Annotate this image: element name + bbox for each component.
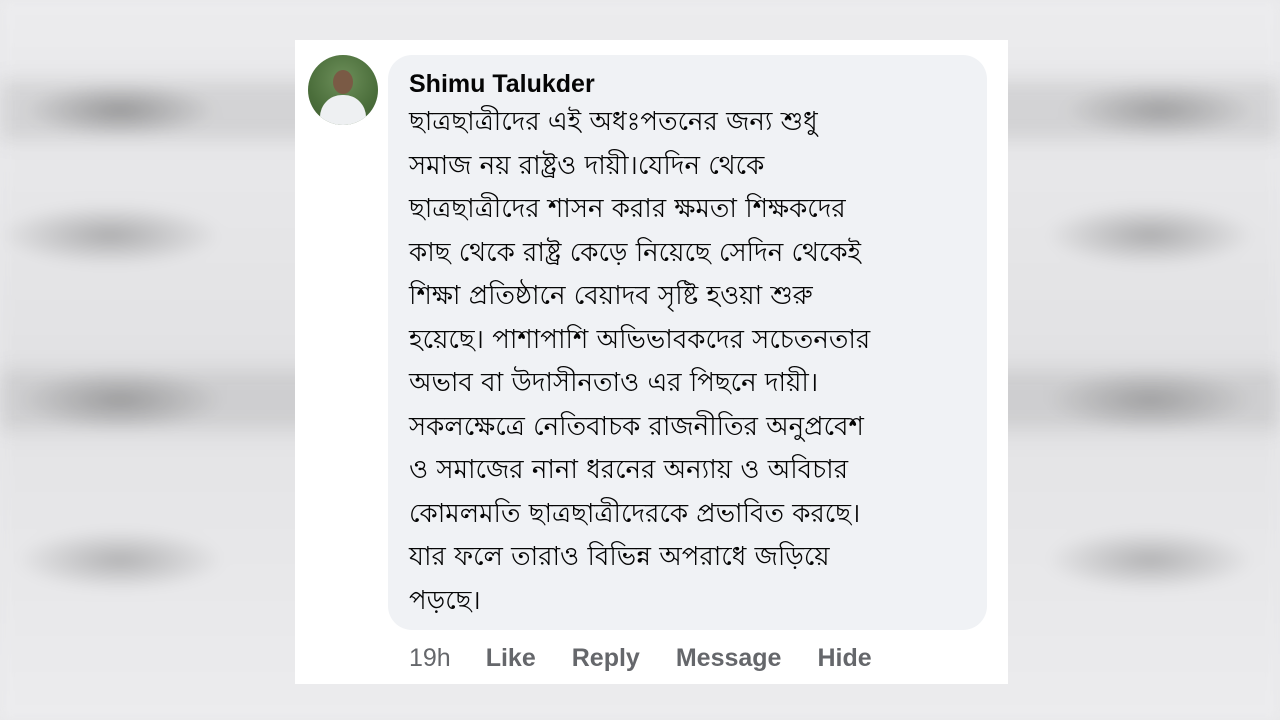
comment-line: শিক্ষা প্রতিষ্ঠানে বেয়াদব সৃষ্টি হওয়া … [409,281,813,311]
comment-actions: 19h Like Reply Message Hide [409,640,908,676]
comment-line: অভাব বা উদাসীনতাও এর পিছনে দায়ী। [409,368,819,398]
reply-button[interactable]: Reply [572,644,640,673]
avatar-head-shape [333,70,353,94]
comment-timestamp[interactable]: 19h [409,644,451,673]
comment-line: সমাজ নয় রাষ্ট্রও দায়ী।যেদিন থেকে [409,150,765,181]
comment-line: সকলক্ষেত্রে নেতিবাচক রাজনীতির অনুপ্রবেশ [409,411,864,442]
like-button[interactable]: Like [486,644,536,673]
comment-bubble: Shimu Talukder ছাত্রছাত্রীদের এই অধঃপতনে… [388,55,987,630]
comment-card: Shimu Talukder ছাত্রছাত্রীদের এই অধঃপতনে… [295,40,1008,684]
avatar[interactable] [308,55,378,125]
hide-button[interactable]: Hide [817,644,871,673]
comment-line: যার ফলে তারাও বিভিন্ন অপরাধে জড়িয়ে [409,542,830,572]
comment-line: ছাত্রছাত্রীদের এই অধঃপতনের জন্য শুধু [409,107,818,137]
comment-line: হয়েছে। পাশাপাশি অভিভাবকদের সচেতনতার [409,324,871,355]
comment-line: ও সমাজের নানা ধরনের অন্যায় ও অবিচার [409,455,849,485]
comment-line: কোমলমতি ছাত্রছাত্রীদেরকে প্রভাবিত করছে। [409,498,861,529]
comment-text: ছাত্রছাত্রীদের এই অধঃপতনের জন্য শুধু সমা… [409,101,969,623]
message-button[interactable]: Message [676,644,782,673]
comment-line: ছাত্রছাত্রীদের শাসন করার ক্ষমতা শিক্ষকদে… [409,194,846,224]
comment-line: পড়ছে। [409,585,481,616]
comment-line: কাছ থেকে রাষ্ট্র কেড়ে নিয়েছে সেদিন থেক… [409,237,862,268]
comment-author[interactable]: Shimu Talukder [409,67,969,101]
avatar-body-shape [320,95,366,125]
